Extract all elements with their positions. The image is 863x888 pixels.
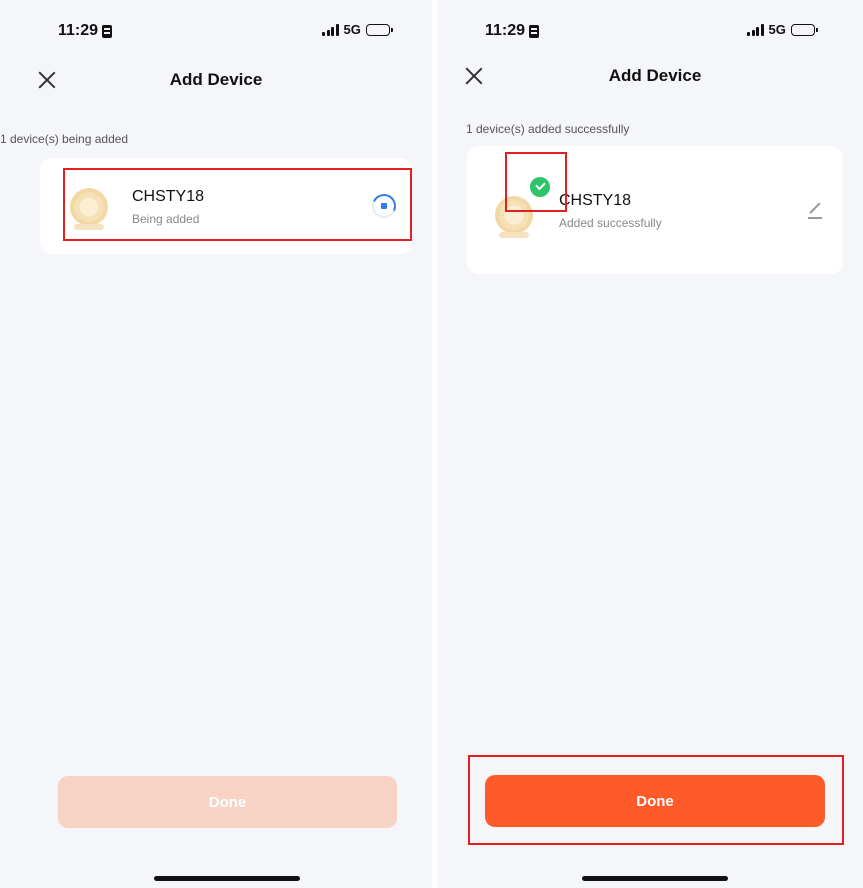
edit-icon[interactable] [805, 200, 825, 220]
device-status: Added successfully [559, 216, 662, 230]
device-name: CHSTY18 [559, 192, 632, 209]
spinner-icon [368, 190, 400, 222]
device-name: CHSTY18 [132, 188, 205, 205]
check-icon [530, 177, 550, 197]
signal-icon [747, 23, 764, 36]
battery-icon [365, 23, 393, 36]
home-indicator [582, 876, 728, 881]
home-indicator [154, 876, 300, 881]
status-time-group: 11:29 [58, 22, 113, 40]
status-bar: 11:29 5G [0, 22, 432, 46]
spinner-stop [381, 203, 387, 209]
battery-icon [790, 23, 818, 36]
device-image [70, 188, 108, 230]
section-label: 1 device(s) being added [0, 132, 129, 146]
status-bar: 11:29 5G [437, 22, 863, 46]
network-label: 5G [343, 22, 361, 37]
nav-bar: Add Device [0, 66, 432, 96]
status-time: 11:29 [485, 22, 526, 39]
device-card[interactable]: CHSTY18 Being added [40, 158, 412, 254]
status-time: 11:29 [58, 22, 99, 39]
status-right-icons: 5G [322, 22, 393, 37]
sim-icon [102, 24, 113, 38]
sim-icon [529, 24, 540, 38]
left-screen: 11:29 5G Add Device 1 device(s) being ad… [0, 0, 432, 888]
nav-bar: Add Device [437, 62, 863, 92]
network-label: 5G [768, 22, 786, 37]
done-button[interactable]: Done [485, 775, 825, 827]
done-button[interactable]: Done [58, 776, 397, 828]
status-right-icons: 5G [747, 22, 818, 37]
signal-icon [322, 23, 339, 36]
page-title: Add Device [608, 66, 702, 85]
device-card[interactable]: CHSTY18 Added successfully [467, 146, 843, 274]
device-status: Being added [132, 212, 200, 226]
right-screen: 11:29 5G Add Device 1 device(s) added su… [437, 0, 863, 888]
section-label: 1 device(s) added successfully [466, 122, 630, 136]
status-time-group: 11:29 [485, 22, 540, 40]
device-image [495, 196, 533, 238]
page-title: Add Device [169, 70, 263, 89]
